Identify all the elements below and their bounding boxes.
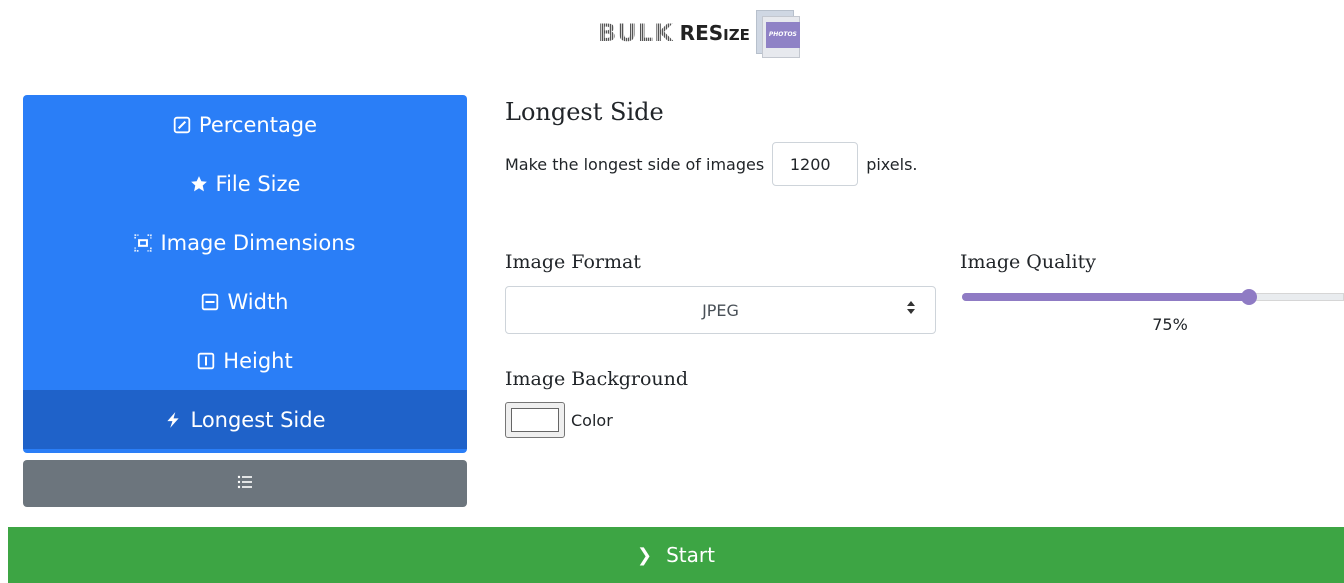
dimensions-icon (134, 233, 153, 252)
longest-side-input[interactable] (772, 142, 859, 186)
menu-item-label: Percentage (198, 112, 318, 137)
background-color-picker[interactable] (505, 402, 565, 438)
height-icon (197, 352, 215, 370)
lightning-icon (164, 411, 182, 429)
longest-side-prefix: Make the longest side of images (505, 154, 765, 174)
image-background-label: Image Background (505, 368, 689, 390)
longest-side-suffix: pixels. (866, 154, 918, 174)
longest-side-row: Make the longest side of images pixels. (505, 142, 918, 186)
logo-photos-image: PHOTOS (755, 8, 804, 58)
logo-resize-text: RESIZE (679, 21, 750, 45)
start-button-label: Start (666, 543, 715, 567)
list-icon (235, 472, 255, 496)
menu-item-width[interactable]: Width (23, 272, 467, 331)
start-button[interactable]: ❯ Start (8, 527, 1344, 583)
section-title: Longest Side (505, 98, 664, 126)
chevron-right-icon: ❯ (637, 544, 653, 566)
logo: BULK RESIZE PHOTOS (598, 8, 804, 58)
menu-item-label: File Size (215, 171, 301, 196)
pencil-square-icon (173, 116, 191, 134)
logo-bulk-text: BULK (598, 19, 674, 47)
menu-item-label: Height (223, 348, 293, 373)
menu-item-label: Image Dimensions (160, 230, 356, 255)
slider-fill (962, 293, 1249, 301)
image-quality-value: 75% (1152, 315, 1188, 334)
resize-mode-menu: Percentage File Size Image Dimensions Wi… (23, 95, 467, 453)
menu-item-height[interactable]: Height (23, 331, 467, 390)
menu-item-image-dimensions[interactable]: Image Dimensions (23, 213, 467, 272)
menu-item-file-size[interactable]: File Size (23, 154, 467, 213)
width-icon (201, 293, 219, 311)
menu-item-label: Longest Side (190, 407, 326, 432)
background-color-label: Color (571, 410, 613, 430)
menu-item-longest-side[interactable]: Longest Side (23, 390, 467, 449)
image-format-select[interactable]: JPEG (505, 286, 936, 334)
slider-thumb[interactable] (1241, 289, 1257, 305)
image-quality-slider[interactable] (962, 289, 1344, 305)
select-caret-icon (907, 301, 915, 314)
menu-item-percentage[interactable]: Percentage (23, 95, 467, 154)
image-quality-label: Image Quality (960, 251, 1096, 273)
menu-item-label: Width (227, 289, 289, 314)
list-view-button[interactable] (23, 460, 467, 507)
image-format-label: Image Format (505, 251, 641, 273)
star-icon (190, 175, 208, 193)
image-format-value: JPEG (702, 300, 739, 320)
background-color-row: Color (505, 402, 613, 438)
